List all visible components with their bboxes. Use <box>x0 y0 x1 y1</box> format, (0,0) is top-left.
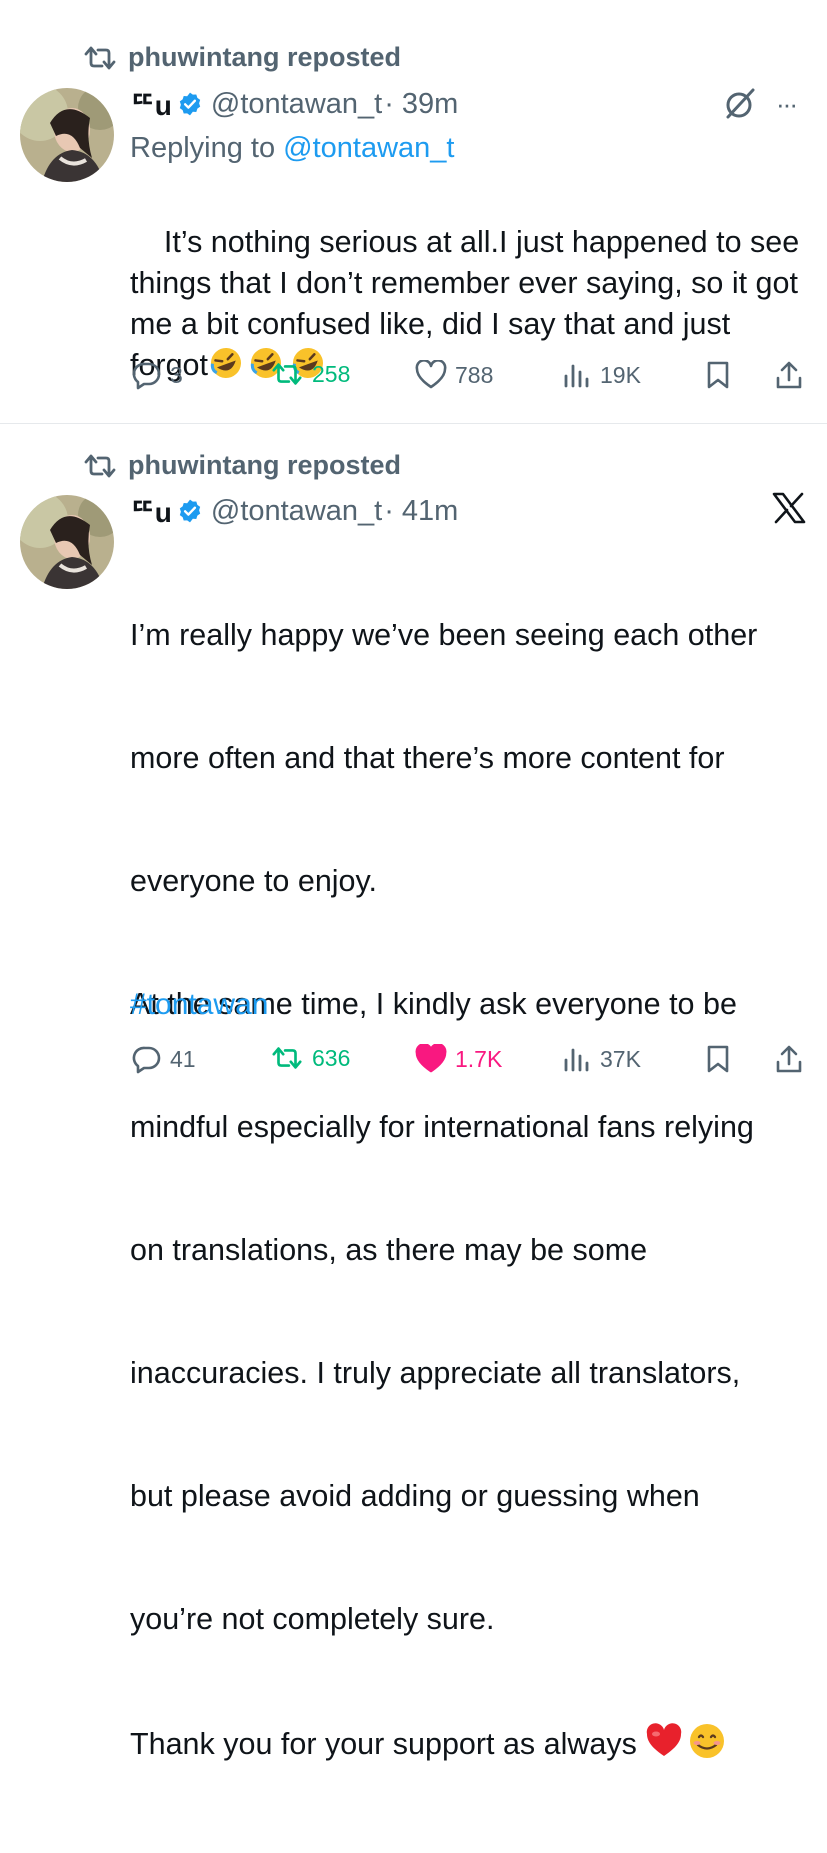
repost-indicator: phuwintang reposted <box>82 42 401 73</box>
tweet-header: ᄄu @tontawan_t · 41m <box>130 491 458 531</box>
tweet-text: I’m really happy we’ve been seeing each … <box>130 533 810 1853</box>
reply-button[interactable]: 41 <box>132 1044 196 1074</box>
handle[interactable]: @tontawan_t <box>211 495 382 528</box>
share-button[interactable] <box>774 360 804 390</box>
action-bar: 3 258 788 19K <box>130 360 810 400</box>
views-icon <box>564 364 589 388</box>
share-button[interactable] <box>774 1044 804 1074</box>
timestamp[interactable]: · 41m <box>384 495 458 528</box>
display-name[interactable]: ᄄu <box>130 84 172 124</box>
views-count: 19K <box>600 361 641 388</box>
reply-count: 3 <box>170 361 183 388</box>
repost-icon <box>272 1047 302 1069</box>
views-button[interactable]: 19K <box>562 360 641 390</box>
hashtag-link[interactable]: #tontawan <box>130 988 268 1022</box>
x-logo-icon[interactable] <box>772 492 806 524</box>
share-icon <box>776 1045 802 1073</box>
action-bar: 41 636 1.7K 37K <box>130 1044 810 1084</box>
tweet-header: ᄄu @tontawan_t · 39m <box>130 84 458 124</box>
tweet-text-line: inaccuracies. I truly appreciate all tra… <box>130 1356 741 1390</box>
avatar[interactable] <box>20 88 114 182</box>
bookmark-button[interactable] <box>704 1044 732 1074</box>
reply-icon <box>132 1046 161 1074</box>
tweet-text-line: you’re not completely sure. <box>130 1602 495 1636</box>
bookmark-icon <box>707 1045 729 1073</box>
like-icon <box>415 1044 447 1073</box>
views-icon <box>564 1048 589 1072</box>
tweet-text-line: but please avoid adding or guessing when <box>130 1479 700 1513</box>
reply-button[interactable]: 3 <box>132 360 183 390</box>
tweet-text-line: more often and that there’s more content… <box>130 741 725 775</box>
repost-label: phuwintang reposted <box>128 450 401 480</box>
like-count: 788 <box>455 361 494 388</box>
repost-label: phuwintang reposted <box>128 42 401 72</box>
display-name[interactable]: ᄄu <box>130 491 172 531</box>
like-button[interactable]: 788 <box>415 360 493 390</box>
timestamp[interactable]: · 39m <box>384 88 458 121</box>
replying-prefix: Replying to <box>130 132 276 164</box>
views-count: 37K <box>600 1045 641 1072</box>
tweet-text-line: I’m really happy we’ve been seeing each … <box>130 618 758 652</box>
tweet-text-line: on translations, as there may be some <box>130 1233 648 1267</box>
verified-badge-icon <box>179 92 201 116</box>
replying-to: Replying to @tontawan_t <box>130 132 454 165</box>
share-icon <box>776 361 802 389</box>
handle[interactable]: @tontawan_t <box>211 88 382 121</box>
grok-icon[interactable] <box>722 86 758 122</box>
repost-count: 636 <box>312 1044 351 1071</box>
tweet-text-line-last: Thank you for your support as always <box>130 1722 810 1771</box>
tweet-2[interactable]: phuwintang reposted ᄄu @tontawan_t · 41m… <box>0 424 827 1761</box>
repost-icon <box>84 46 116 69</box>
verified-badge-icon <box>179 499 201 523</box>
tweet-text-line: everyone to enjoy. <box>130 864 377 898</box>
views-button[interactable]: 37K <box>562 1044 641 1074</box>
repost-count: 258 <box>312 360 351 387</box>
like-count: 1.7K <box>455 1045 503 1072</box>
tweet-text-line: Thank you for your support as always <box>130 1727 637 1761</box>
avatar[interactable] <box>20 495 114 589</box>
reply-count: 41 <box>170 1045 196 1072</box>
repost-button[interactable]: 258 <box>270 360 350 388</box>
like-button[interactable]: 1.7K <box>415 1044 502 1074</box>
tweet-text-line: mindful especially for international fan… <box>130 1110 754 1144</box>
repost-icon <box>272 363 302 385</box>
more-icon[interactable]: ··· <box>776 89 798 120</box>
tweet-1[interactable]: phuwintang reposted ᄄu @tontawan_t · 39m… <box>0 0 827 420</box>
repost-button[interactable]: 636 <box>270 1044 350 1072</box>
bookmark-icon <box>707 361 729 389</box>
heart-smile-emoji <box>645 1722 727 1771</box>
reply-icon <box>132 362 161 390</box>
like-icon <box>415 360 447 389</box>
repost-indicator: phuwintang reposted <box>82 450 401 481</box>
bookmark-button[interactable] <box>704 360 732 390</box>
repost-icon <box>84 454 116 477</box>
replying-handle[interactable]: @tontawan_t <box>283 132 454 164</box>
